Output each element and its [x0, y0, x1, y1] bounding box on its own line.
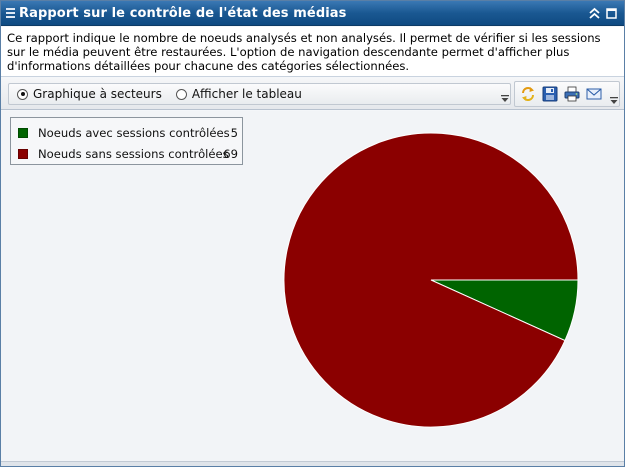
- radio-button-selected[interactable]: [17, 88, 28, 100]
- legend-label: Noeuds avec sessions contrôlées: [38, 126, 230, 140]
- chevron-down-icon[interactable]: [500, 94, 509, 103]
- action-icons-group: [514, 81, 620, 107]
- maximize-icon[interactable]: [605, 6, 618, 20]
- report-toolbar: Graphique à secteurs Afficher le tableau: [1, 78, 624, 110]
- chevron-down-icon[interactable]: [609, 96, 618, 105]
- collapse-icon[interactable]: [588, 6, 601, 20]
- view-mode-group: Graphique à secteurs Afficher le tableau: [8, 83, 511, 105]
- chart-legend: Noeuds avec sessions contrôlées 5 Noeuds…: [10, 117, 243, 165]
- legend-item[interactable]: Noeuds avec sessions contrôlées 5: [11, 126, 242, 140]
- radio-label: Graphique à secteurs: [33, 87, 162, 101]
- report-description: Ce rapport indique le nombre de noeuds a…: [1, 27, 624, 77]
- radio-show-table[interactable]: Afficher le tableau: [175, 87, 302, 101]
- legend-swatch: [18, 128, 28, 138]
- pie-slice-2[interactable]: [283, 132, 579, 428]
- radio-button[interactable]: [175, 88, 187, 100]
- menu-grip-icon[interactable]: [1, 1, 19, 26]
- chart-area: Noeuds avec sessions contrôlées 5 Noeuds…: [1, 111, 624, 461]
- legend-label: Noeuds sans sessions contrôlées: [38, 147, 229, 161]
- refresh-icon[interactable]: [520, 86, 536, 102]
- bottom-border: [1, 461, 624, 466]
- radio-pie-chart[interactable]: Graphique à secteurs: [17, 87, 162, 101]
- radio-label: Afficher le tableau: [191, 87, 302, 101]
- print-icon[interactable]: [564, 86, 580, 102]
- window-title: Rapport sur le contrôle de l'état des mé…: [19, 5, 347, 21]
- report-window: Rapport sur le contrôle de l'état des mé…: [0, 0, 625, 467]
- legend-value: 5: [230, 126, 238, 140]
- legend-swatch: [18, 149, 28, 159]
- legend-item[interactable]: Noeuds sans sessions contrôlées 69: [11, 147, 242, 161]
- legend-value: 69: [223, 147, 238, 161]
- title-bar: Rapport sur le contrôle de l'état des mé…: [1, 1, 624, 26]
- save-icon[interactable]: [542, 86, 558, 102]
- email-icon[interactable]: [586, 86, 602, 102]
